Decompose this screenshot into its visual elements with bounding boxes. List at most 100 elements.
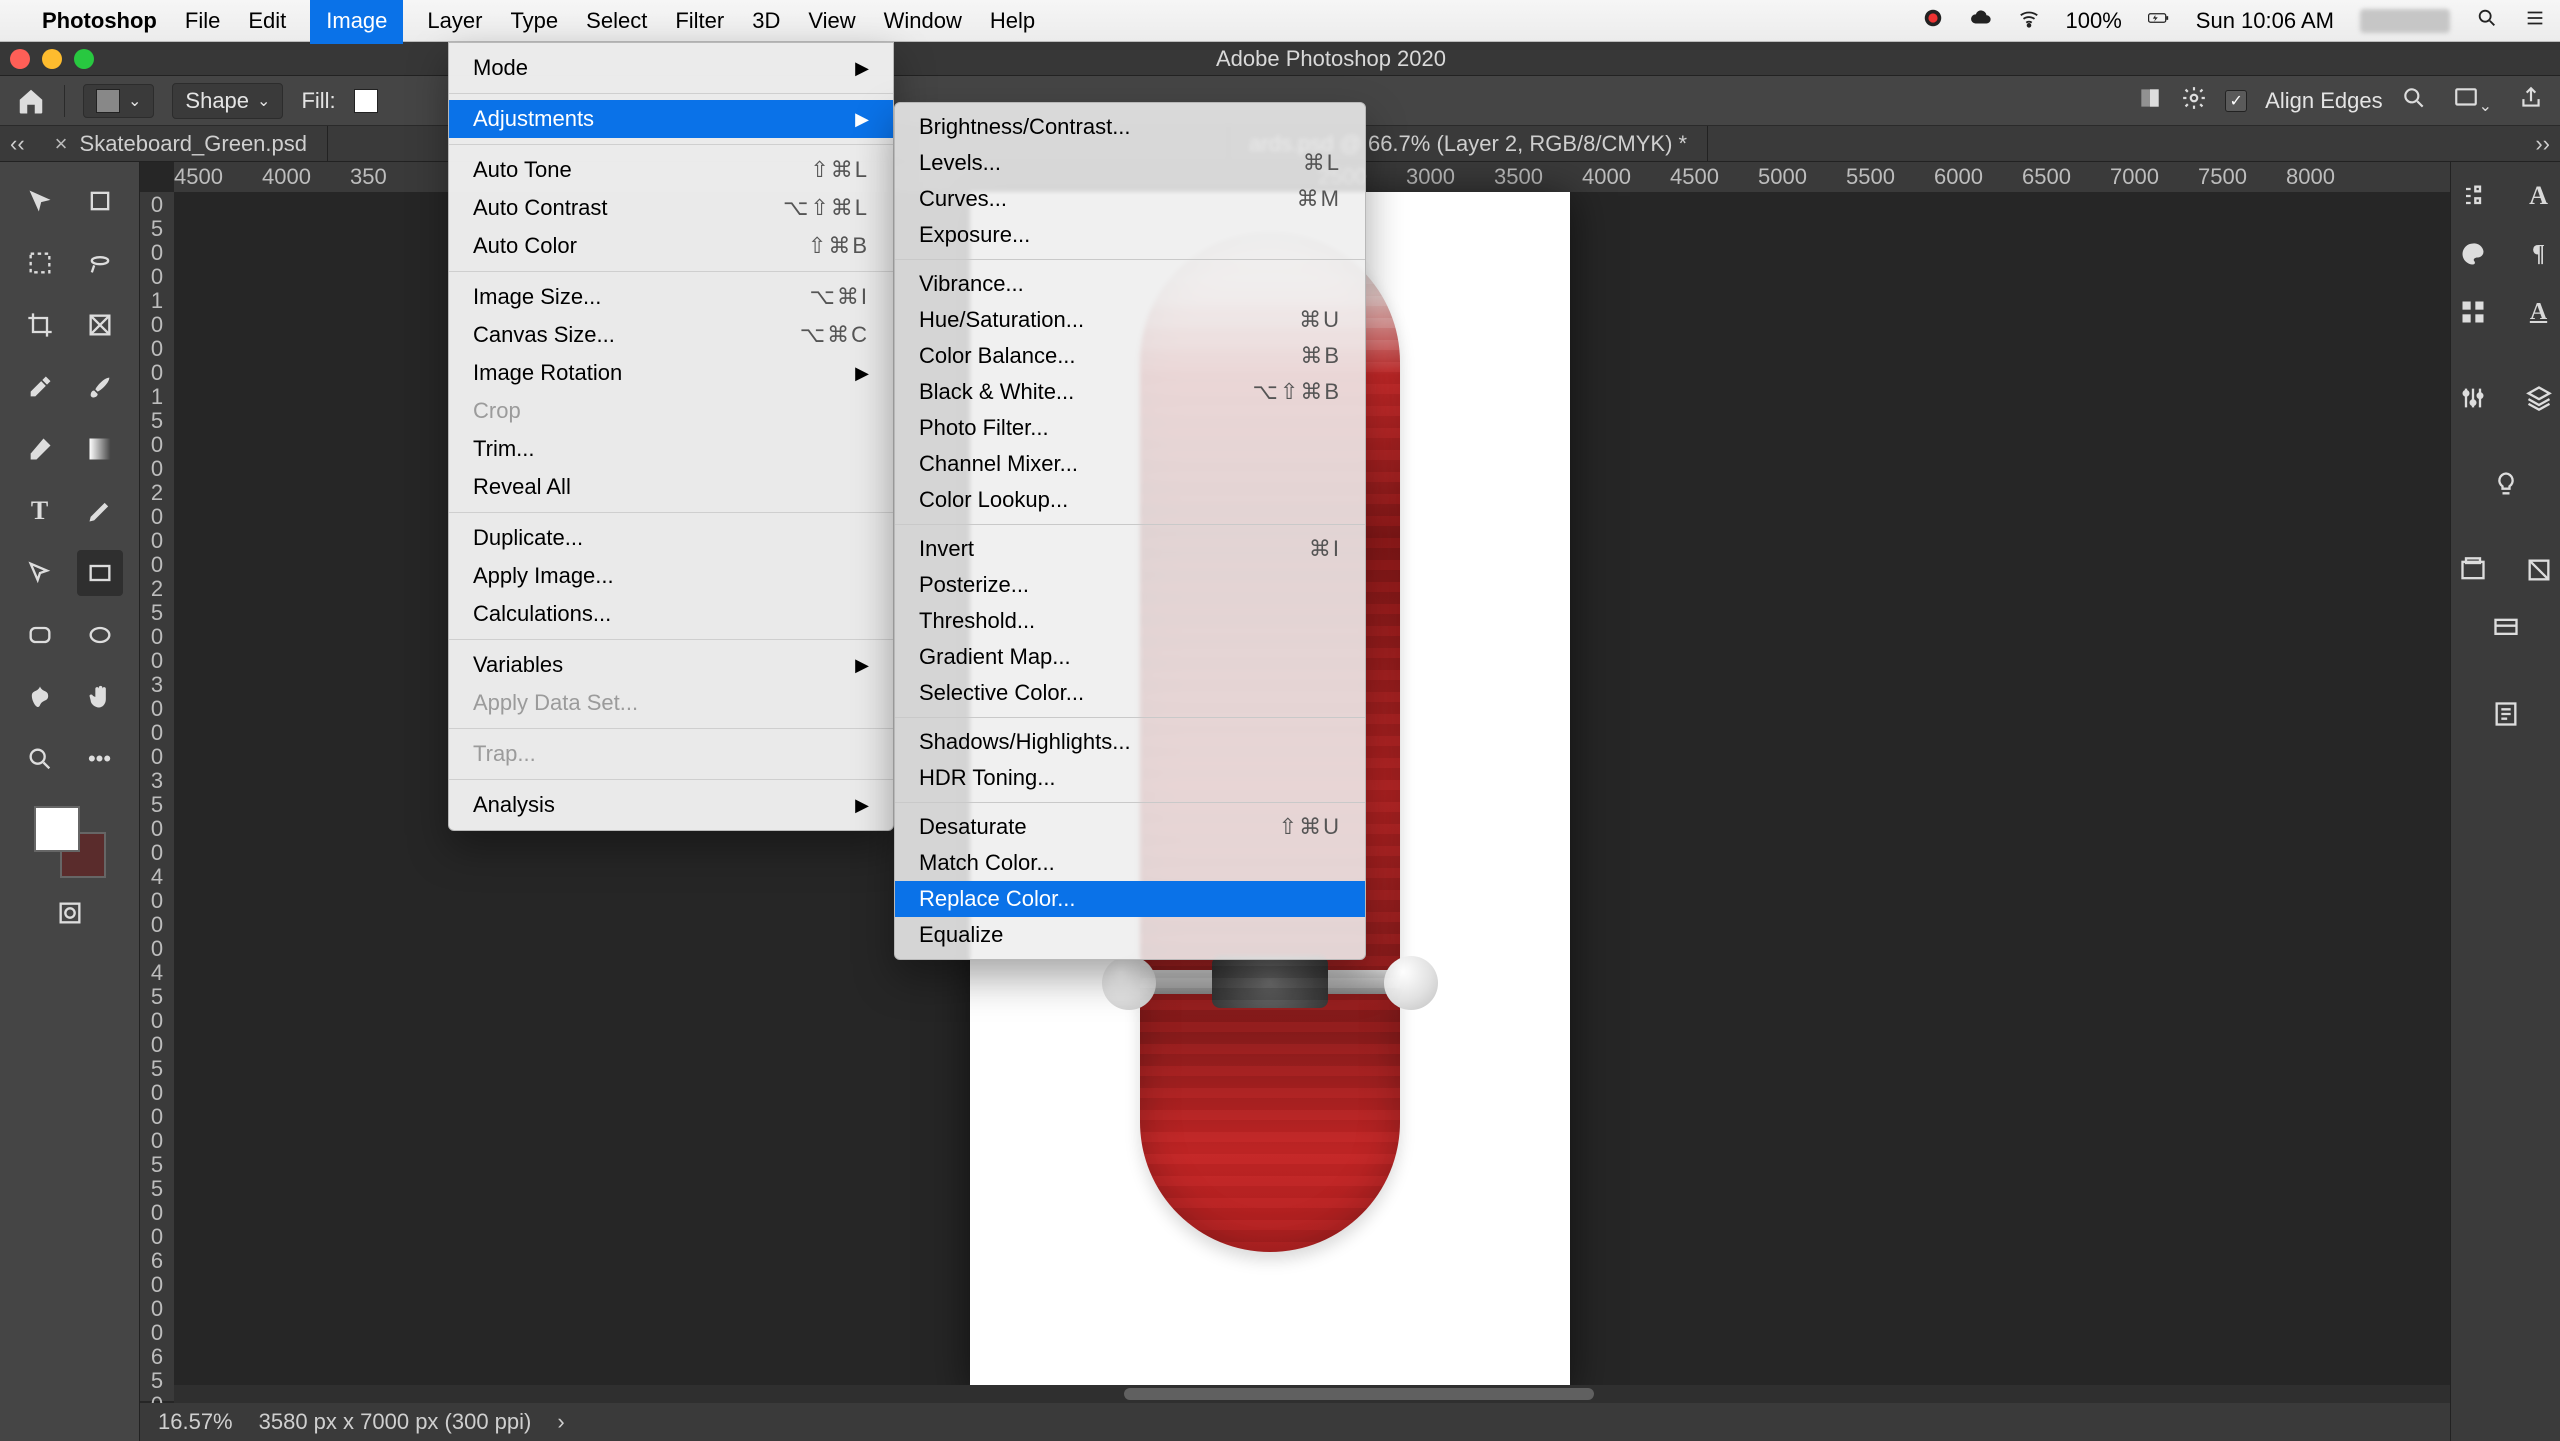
shape-mode-dropdown[interactable]: Shape⌄ [172,83,283,119]
scrollbar-thumb[interactable] [1124,1388,1594,1400]
menu-edit[interactable]: Edit [248,8,286,34]
more-tools-icon[interactable]: ••• [77,736,123,782]
close-tab-icon[interactable]: × [55,131,68,157]
image-menu-item[interactable]: Image Rotation▶ [449,354,893,392]
artboard-tool-icon[interactable] [77,178,123,224]
rectangle-tool-icon[interactable] [77,550,123,596]
menu-window[interactable]: Window [884,8,962,34]
menu-image[interactable]: Image [310,0,403,44]
character-panel-icon[interactable]: A [2515,172,2560,220]
paragraph-panel-icon[interactable]: ¶ [2515,230,2560,278]
horizontal-scrollbar[interactable] [174,1385,2450,1403]
image-menu-item[interactable]: Variables▶ [449,646,893,684]
learn-panel-icon[interactable] [2482,460,2530,508]
libraries-panel-icon[interactable] [2449,546,2497,594]
adjustments-menu-item[interactable]: Vibrance... [895,266,1365,302]
zoom-tool-icon[interactable] [17,736,63,782]
status-arrow-icon[interactable]: › [557,1409,564,1435]
document-tab-1[interactable]: × Skateboard_Green.psd [35,126,328,161]
cloud-sync-icon[interactable] [1970,7,1992,35]
minimize-window-icon[interactable] [42,49,62,69]
lasso-tool-icon[interactable] [77,240,123,286]
menu-layer[interactable]: Layer [427,8,482,34]
image-menu-item[interactable]: Canvas Size...⌥⌘C [449,316,893,354]
adjustments-menu-item[interactable]: Exposure... [895,217,1365,253]
adjustments-menu-item[interactable]: Hue/Saturation...⌘U [895,302,1365,338]
image-menu-item[interactable]: Analysis▶ [449,786,893,824]
image-menu-item[interactable]: Apply Image... [449,557,893,595]
fill-swatch[interactable] [354,89,378,113]
image-menu-item[interactable]: Image Size...⌥⌘I [449,278,893,316]
quick-mask-icon[interactable] [47,890,93,936]
control-center-icon[interactable] [2524,7,2546,35]
zoom-window-icon[interactable] [74,49,94,69]
doc-dimensions[interactable]: 3580 px x 7000 px (300 ppi) [259,1409,532,1435]
adjustments-menu-item[interactable]: Gradient Map... [895,639,1365,675]
pen-tool-icon[interactable] [77,488,123,534]
masks-icon[interactable] [2137,85,2163,117]
screen-mode-icon[interactable]: ⌄ [2453,85,2492,117]
type-tool-icon[interactable]: T [17,488,63,534]
clock-label[interactable]: Sun 10:06 AM [2196,8,2334,34]
image-menu-item[interactable]: Mode▶ [449,49,893,87]
crop-tool-icon[interactable] [17,302,63,348]
image-menu-item[interactable]: Calculations... [449,595,893,633]
menu-help[interactable]: Help [990,8,1035,34]
adjustments-menu-item[interactable]: Invert⌘I [895,531,1365,567]
image-menu-item[interactable]: Auto Color⇧⌘B [449,227,893,265]
search-icon[interactable] [2401,85,2427,117]
share-icon[interactable] [2518,85,2544,117]
adjustments-menu-item[interactable]: Selective Color... [895,675,1365,711]
image-menu-item[interactable]: Auto Tone⇧⌘L [449,151,893,189]
path-select-tool-icon[interactable] [17,550,63,596]
marquee-tool-icon[interactable] [17,240,63,286]
libraries2-panel-icon[interactable] [2515,546,2560,594]
image-menu-item[interactable]: Duplicate... [449,519,893,557]
adjustments-menu-item[interactable]: Shadows/Highlights... [895,724,1365,760]
brush-tool-icon[interactable] [77,364,123,410]
adjustments-menu-item[interactable]: Color Balance...⌘B [895,338,1365,374]
adjustments-menu-item[interactable]: Posterize... [895,567,1365,603]
frame-tool-icon[interactable] [77,302,123,348]
custom-shape-tool-icon[interactable] [17,674,63,720]
adjustments-menu-item[interactable]: Match Color... [895,845,1365,881]
menu-filter[interactable]: Filter [675,8,724,34]
swatches-panel-icon[interactable] [2449,288,2497,336]
tool-preset-dropdown[interactable]: ⌄ [83,84,154,118]
align-edges-checkbox[interactable]: ✓ [2225,90,2247,112]
adjustments-menu-item[interactable]: Channel Mixer... [895,446,1365,482]
image-menu-item[interactable]: Trim... [449,430,893,468]
history-panel-icon[interactable] [2482,690,2530,738]
adjustments-panel-icon[interactable] [2449,374,2497,422]
image-menu-item[interactable]: Auto Contrast⌥⇧⌘L [449,189,893,227]
battery-icon[interactable] [2148,7,2170,35]
adjustments-menu-item[interactable]: Equalize [895,917,1365,953]
color-swatches[interactable] [30,802,110,882]
properties-panel-icon[interactable] [2449,172,2497,220]
glyphs-panel-icon[interactable]: A [2515,288,2560,336]
image-menu-item[interactable]: Reveal All [449,468,893,506]
layers-panel-icon[interactable] [2515,374,2560,422]
home-icon[interactable] [16,86,46,116]
menu-file[interactable]: File [185,8,220,34]
adjustments-menu-item[interactable]: HDR Toning... [895,760,1365,796]
move-tool-icon[interactable] [17,178,63,224]
menu-3d[interactable]: 3D [752,8,780,34]
rounded-rect-tool-icon[interactable] [17,612,63,658]
close-window-icon[interactable] [10,49,30,69]
image-menu-item[interactable]: Adjustments▶ [449,100,893,138]
zoom-level[interactable]: 16.57% [158,1409,233,1435]
adjustments-menu-item[interactable]: Replace Color... [895,881,1365,917]
adjustments-menu-item[interactable]: Color Lookup... [895,482,1365,518]
eyedropper-tool-icon[interactable] [17,364,63,410]
menu-view[interactable]: View [808,8,855,34]
collapse-panels-icon[interactable]: ‹‹ [0,126,35,161]
color-panel-icon[interactable] [2449,230,2497,278]
adjustments-menu-item[interactable]: Curves...⌘M [895,181,1365,217]
wifi-icon[interactable] [2018,7,2040,35]
adjustments-menu-item[interactable]: Threshold... [895,603,1365,639]
menu-type[interactable]: Type [510,8,558,34]
adjustments-menu-item[interactable]: Brightness/Contrast... [895,109,1365,145]
eraser-tool-icon[interactable] [17,426,63,472]
adjustments-menu-item[interactable]: Photo Filter... [895,410,1365,446]
